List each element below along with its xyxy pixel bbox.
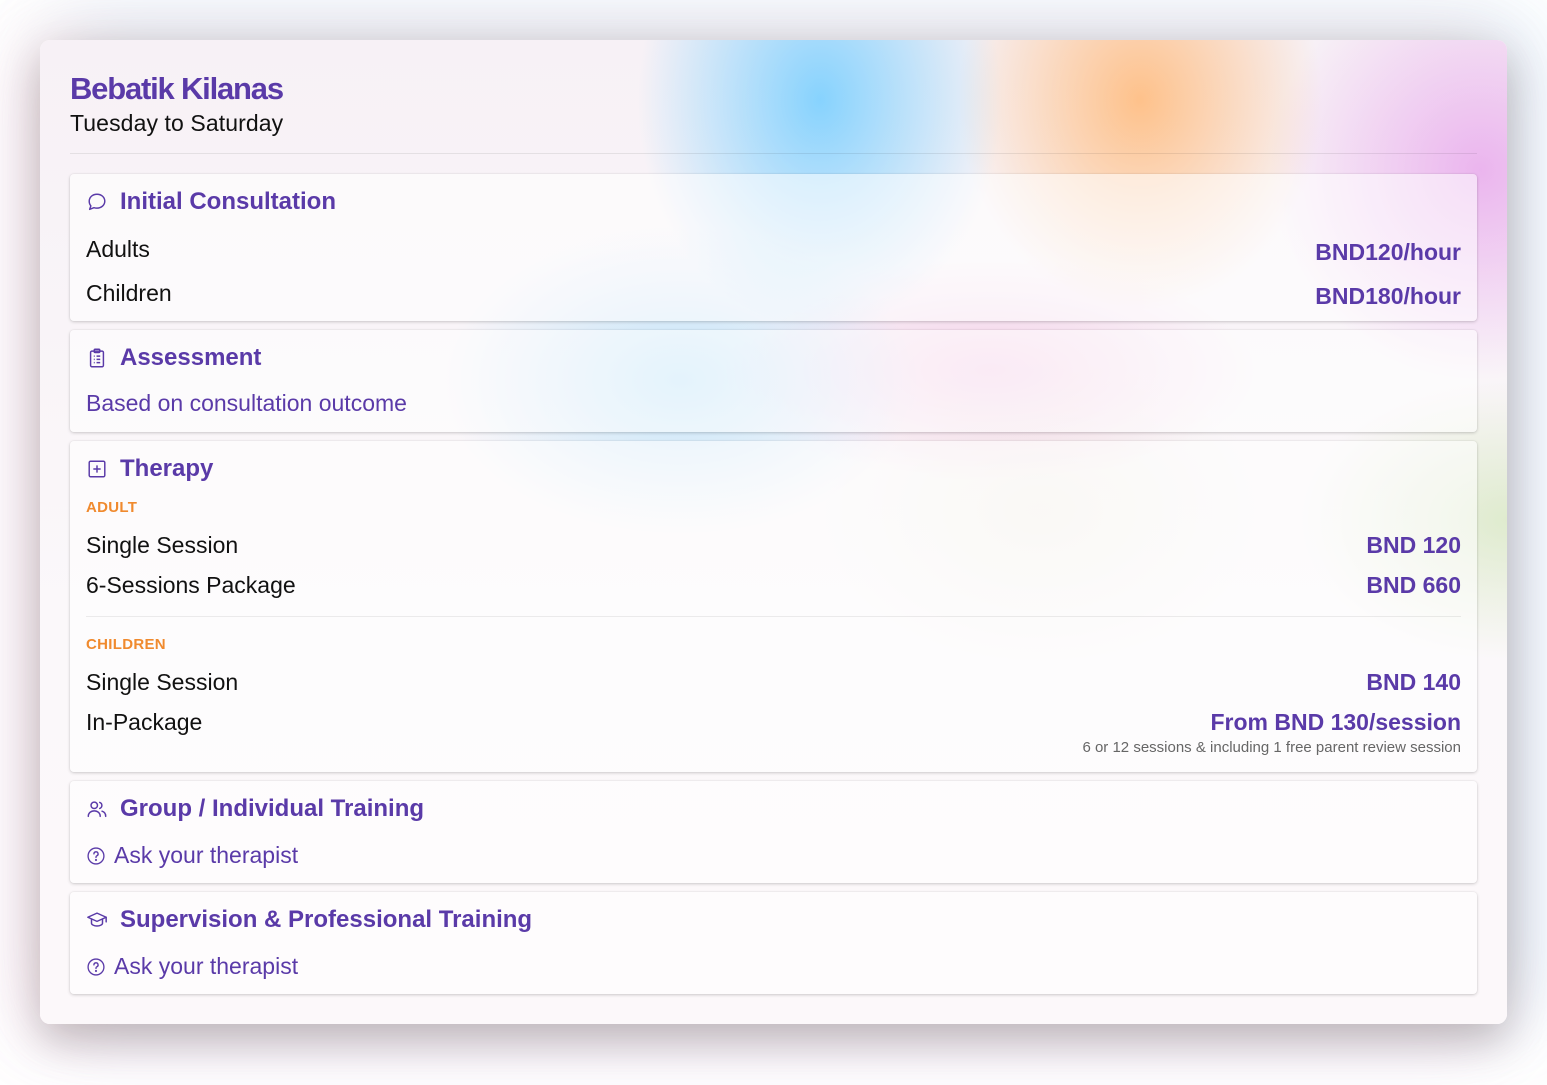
price-label: Children (86, 280, 172, 306)
section-initial-consultation: Initial Consultation Adults BND120/hour … (70, 174, 1477, 321)
price-row: Single Session BND 120 (86, 532, 1461, 562)
section-header: Therapy (86, 454, 213, 484)
section-header: Initial Consultation (86, 187, 336, 217)
section-group-training: Group / Individual Training Ask your the… (70, 781, 1477, 883)
ask-therapist-note: Ask your therapist (86, 842, 298, 869)
section-assessment: Assessment Based on consultation outcome (70, 330, 1477, 432)
section-supervision: Supervision & Professional Training Ask … (70, 892, 1477, 994)
price-value: BND 120 (1366, 532, 1461, 558)
category-adult: ADULT (86, 499, 138, 516)
assessment-note: Based on consultation outcome (86, 390, 407, 416)
ask-therapist-note: Ask your therapist (86, 953, 298, 980)
clinic-name: Bebatik Kilanas (70, 71, 284, 106)
price-label: Single Session (86, 669, 239, 695)
question-circle-icon (87, 957, 105, 976)
card-header: Bebatik Kilanas Tuesday to Saturday (70, 70, 1477, 154)
section-title: Assessment (120, 344, 262, 371)
divider (86, 616, 1461, 617)
clinic-schedule: Tuesday to Saturday (70, 110, 284, 136)
section-header: Supervision & Professional Training (86, 905, 532, 935)
pricing-card: Bebatik Kilanas Tuesday to Saturday Init… (40, 40, 1507, 1024)
price-label: Adults (86, 236, 150, 262)
price-row: Children BND180/hour (86, 280, 1461, 310)
section-header: Group / Individual Training (86, 794, 424, 824)
package-note: 6 or 12 sessions & including 1 free pare… (1082, 739, 1461, 756)
price-label: Single Session (86, 532, 239, 558)
price-row: In-Package From BND 130/session (86, 709, 1461, 739)
price-value: BND 140 (1366, 669, 1461, 695)
section-title: Supervision & Professional Training (120, 906, 533, 933)
price-row: Adults BND120/hour (86, 236, 1461, 266)
price-value: BND120/hour (1315, 239, 1461, 265)
section-therapy: Therapy ADULT Single Session BND 120 6-S… (70, 441, 1477, 772)
price-label: In-Package (86, 709, 203, 735)
ask-therapist-label: Ask your therapist (114, 953, 299, 979)
chat-bubble-icon (86, 191, 108, 213)
graduation-cap-icon (86, 909, 108, 931)
section-header: Assessment (86, 343, 261, 373)
ask-therapist-label: Ask your therapist (114, 842, 299, 868)
price-row: 6-Sessions Package BND 660 (86, 572, 1461, 602)
category-children: CHILDREN (86, 636, 166, 653)
users-icon (86, 798, 108, 820)
section-title: Initial Consultation (120, 188, 336, 215)
price-value: BND180/hour (1315, 283, 1461, 309)
question-circle-icon (87, 846, 105, 865)
clipboard-icon (86, 347, 108, 369)
plus-square-icon (86, 458, 108, 480)
price-value: BND 660 (1366, 572, 1461, 598)
section-title: Group / Individual Training (120, 795, 425, 822)
price-label: 6-Sessions Package (86, 572, 296, 598)
price-row: Single Session BND 140 (86, 669, 1461, 699)
section-title: Therapy (120, 455, 214, 482)
price-value: From BND 130/session (1210, 709, 1461, 735)
